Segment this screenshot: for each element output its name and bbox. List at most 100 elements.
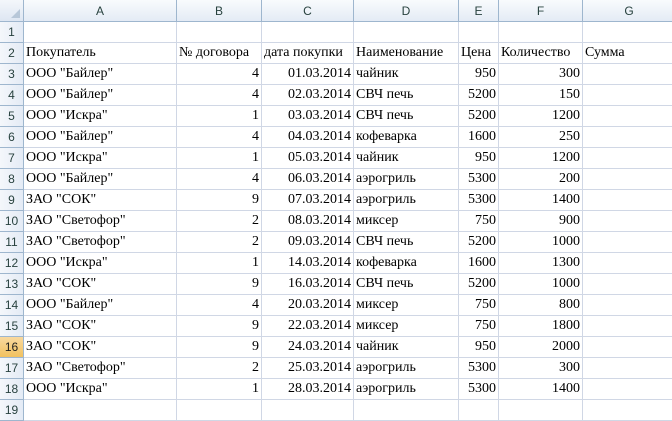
cell-c8[interactable]: 06.03.2014 xyxy=(262,169,354,190)
cell-f8[interactable]: 200 xyxy=(499,169,583,190)
cell-e12[interactable]: 1600 xyxy=(459,253,499,274)
cell-b1[interactable] xyxy=(177,22,262,43)
column-header-a[interactable]: A xyxy=(24,0,177,22)
cell-g7[interactable] xyxy=(583,148,672,169)
cell-c19[interactable] xyxy=(262,400,354,421)
column-header-g[interactable]: G xyxy=(583,0,672,22)
cell-e1[interactable] xyxy=(459,22,499,43)
row-header-15[interactable]: 15 xyxy=(0,316,24,337)
cell-e15[interactable]: 750 xyxy=(459,316,499,337)
cell-c13[interactable]: 16.03.2014 xyxy=(262,274,354,295)
cell-b4[interactable]: 4 xyxy=(177,85,262,106)
cell-d10[interactable]: миксер xyxy=(354,211,459,232)
cell-f16[interactable]: 2000 xyxy=(499,337,583,358)
cell-e6[interactable]: 1600 xyxy=(459,127,499,148)
cell-e10[interactable]: 750 xyxy=(459,211,499,232)
cell-b2-contract-no-header[interactable]: № договора xyxy=(177,43,262,64)
cell-f19[interactable] xyxy=(499,400,583,421)
cell-c17[interactable]: 25.03.2014 xyxy=(262,358,354,379)
cell-a17[interactable]: ЗАО "Светофор" xyxy=(24,358,177,379)
cell-g10[interactable] xyxy=(583,211,672,232)
cell-e4[interactable]: 5200 xyxy=(459,85,499,106)
cell-c15[interactable]: 22.03.2014 xyxy=(262,316,354,337)
cell-d5[interactable]: СВЧ печь xyxy=(354,106,459,127)
cell-c16[interactable]: 24.03.2014 xyxy=(262,337,354,358)
column-header-b[interactable]: B xyxy=(177,0,262,22)
cell-d15[interactable]: миксер xyxy=(354,316,459,337)
cell-c9[interactable]: 07.03.2014 xyxy=(262,190,354,211)
cell-g15[interactable] xyxy=(583,316,672,337)
row-header-17[interactable]: 17 xyxy=(0,358,24,379)
cell-c7[interactable]: 05.03.2014 xyxy=(262,148,354,169)
cell-d8[interactable]: аэрогриль xyxy=(354,169,459,190)
cell-f12[interactable]: 1300 xyxy=(499,253,583,274)
cell-f5[interactable]: 1200 xyxy=(499,106,583,127)
cell-e2-price-header[interactable]: Цена xyxy=(459,43,499,64)
row-header-19[interactable]: 19 xyxy=(0,400,24,421)
cell-f1[interactable] xyxy=(499,22,583,43)
cell-a16[interactable]: ЗАО "СОК" xyxy=(24,337,177,358)
cell-g5[interactable] xyxy=(583,106,672,127)
cell-g9[interactable] xyxy=(583,190,672,211)
cell-g3[interactable] xyxy=(583,64,672,85)
cell-f15[interactable]: 1800 xyxy=(499,316,583,337)
column-header-e[interactable]: E xyxy=(459,0,499,22)
row-header-2[interactable]: 2 xyxy=(0,43,24,64)
cell-g13[interactable] xyxy=(583,274,672,295)
cell-b14[interactable]: 4 xyxy=(177,295,262,316)
cell-e18[interactable]: 5300 xyxy=(459,379,499,400)
cell-a9[interactable]: ЗАО "СОК" xyxy=(24,190,177,211)
cell-f2-quantity-header[interactable]: Количество xyxy=(499,43,583,64)
cell-g14[interactable] xyxy=(583,295,672,316)
cell-a10[interactable]: ЗАО "Светофор" xyxy=(24,211,177,232)
cell-g12[interactable] xyxy=(583,253,672,274)
cell-e9[interactable]: 5300 xyxy=(459,190,499,211)
cell-c11[interactable]: 09.03.2014 xyxy=(262,232,354,253)
row-header-13[interactable]: 13 xyxy=(0,274,24,295)
cell-b6[interactable]: 4 xyxy=(177,127,262,148)
cell-a1[interactable] xyxy=(24,22,177,43)
cell-f17[interactable]: 300 xyxy=(499,358,583,379)
cell-d11[interactable]: СВЧ печь xyxy=(354,232,459,253)
cell-a5[interactable]: ООО "Искра" xyxy=(24,106,177,127)
cell-a18[interactable]: ООО "Искра" xyxy=(24,379,177,400)
cell-d14[interactable]: миксер xyxy=(354,295,459,316)
cell-e3[interactable]: 950 xyxy=(459,64,499,85)
row-header-12[interactable]: 12 xyxy=(0,253,24,274)
cell-a15[interactable]: ЗАО "СОК" xyxy=(24,316,177,337)
cell-g4[interactable] xyxy=(583,85,672,106)
cell-d17[interactable]: аэрогриль xyxy=(354,358,459,379)
cell-g11[interactable] xyxy=(583,232,672,253)
row-header-11[interactable]: 11 xyxy=(0,232,24,253)
cell-b5[interactable]: 1 xyxy=(177,106,262,127)
cell-g18[interactable] xyxy=(583,379,672,400)
cell-c4[interactable]: 02.03.2014 xyxy=(262,85,354,106)
cell-f6[interactable]: 250 xyxy=(499,127,583,148)
cell-c6[interactable]: 04.03.2014 xyxy=(262,127,354,148)
column-header-c[interactable]: C xyxy=(262,0,354,22)
cell-f14[interactable]: 800 xyxy=(499,295,583,316)
cell-b7[interactable]: 1 xyxy=(177,148,262,169)
row-header-16[interactable]: 16 xyxy=(0,337,24,358)
cell-g8[interactable] xyxy=(583,169,672,190)
cell-d19[interactable] xyxy=(354,400,459,421)
cell-g16[interactable] xyxy=(583,337,672,358)
cell-e17[interactable]: 5300 xyxy=(459,358,499,379)
cell-b17[interactable]: 2 xyxy=(177,358,262,379)
cell-e19[interactable] xyxy=(459,400,499,421)
cell-e5[interactable]: 5200 xyxy=(459,106,499,127)
row-header-1[interactable]: 1 xyxy=(0,22,24,43)
cell-f10[interactable]: 900 xyxy=(499,211,583,232)
column-header-d[interactable]: D xyxy=(354,0,459,22)
cell-f18[interactable]: 1400 xyxy=(499,379,583,400)
row-header-18[interactable]: 18 xyxy=(0,379,24,400)
column-header-f[interactable]: F xyxy=(499,0,583,22)
cell-d3[interactable]: чайник xyxy=(354,64,459,85)
cell-d9[interactable]: аэрогриль xyxy=(354,190,459,211)
row-header-14[interactable]: 14 xyxy=(0,295,24,316)
row-header-7[interactable]: 7 xyxy=(0,148,24,169)
cell-c1[interactable] xyxy=(262,22,354,43)
cell-c2-purchase-date-header[interactable]: дата покупки xyxy=(262,43,354,64)
cell-g2-total-header[interactable]: Сумма xyxy=(583,43,672,64)
cell-a13[interactable]: ЗАО "СОК" xyxy=(24,274,177,295)
